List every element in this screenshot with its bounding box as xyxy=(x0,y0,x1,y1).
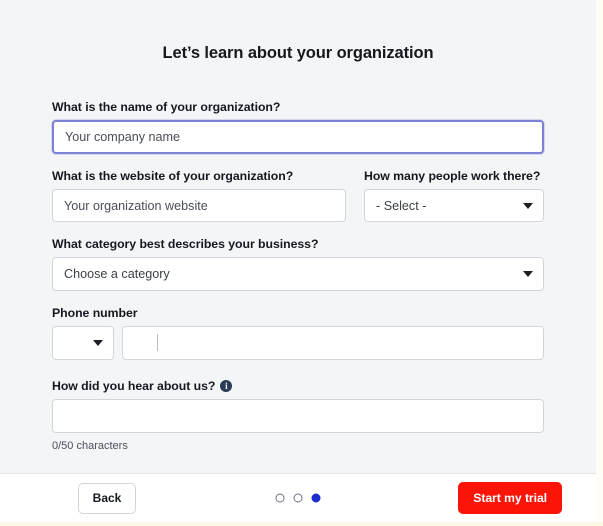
character-counter: 0/50 characters xyxy=(52,440,128,452)
page-title: Let’s learn about your organization xyxy=(162,44,434,62)
info-icon[interactable]: i xyxy=(220,380,233,392)
headcount-label: How many people work there? xyxy=(364,169,541,183)
phone-number-label: Phone number xyxy=(52,306,138,320)
phone-country-select[interactable] xyxy=(52,326,114,360)
phone-country-select-value[interactable] xyxy=(52,326,114,360)
referral-source-label-row: How did you hear about us? i xyxy=(52,379,544,393)
organization-name-input[interactable] xyxy=(52,120,544,154)
form-fields: What is the name of your organization? W… xyxy=(52,63,544,452)
business-category-label: What category best describes your busine… xyxy=(52,237,319,251)
organization-name-label: What is the name of your organization? xyxy=(52,100,281,114)
referral-source-label: How did you hear about us? xyxy=(52,379,216,393)
organization-website-input[interactable] xyxy=(52,189,346,222)
right-edge-strip xyxy=(596,0,603,526)
footer-bar: Back Start my trial xyxy=(0,473,596,522)
field-referral-source: How did you hear about us? i 0/50 charac… xyxy=(52,379,544,452)
field-organization-name: What is the name of your organization? xyxy=(52,100,544,154)
step-dot-2[interactable] xyxy=(293,493,303,503)
business-category-select-value[interactable] xyxy=(52,257,544,291)
row-website-headcount: What is the website of your organization… xyxy=(52,169,544,222)
field-headcount: How many people work there? xyxy=(364,169,544,222)
headcount-select[interactable] xyxy=(364,189,544,222)
text-caret xyxy=(157,334,158,351)
field-phone-number: Phone number xyxy=(52,306,544,360)
form-body: Let’s learn about your organization What… xyxy=(0,0,596,473)
step-indicator xyxy=(275,493,321,503)
step-dot-3[interactable] xyxy=(311,493,321,503)
phone-number-input[interactable] xyxy=(122,326,544,360)
headcount-select-value[interactable] xyxy=(364,189,544,222)
step-dot-1[interactable] xyxy=(275,493,285,503)
field-business-category: What category best describes your busine… xyxy=(52,237,544,291)
back-button[interactable]: Back xyxy=(78,482,136,514)
bottom-edge-strip xyxy=(0,522,603,526)
referral-source-input[interactable] xyxy=(52,399,544,433)
business-category-select[interactable] xyxy=(52,257,544,291)
onboarding-page: Let’s learn about your organization What… xyxy=(0,0,596,522)
field-organization-website: What is the website of your organization… xyxy=(52,169,346,222)
organization-website-label: What is the website of your organization… xyxy=(52,169,294,183)
phone-row xyxy=(52,326,544,360)
phone-number-input-wrap xyxy=(122,326,544,360)
start-my-trial-button[interactable]: Start my trial xyxy=(458,482,562,514)
